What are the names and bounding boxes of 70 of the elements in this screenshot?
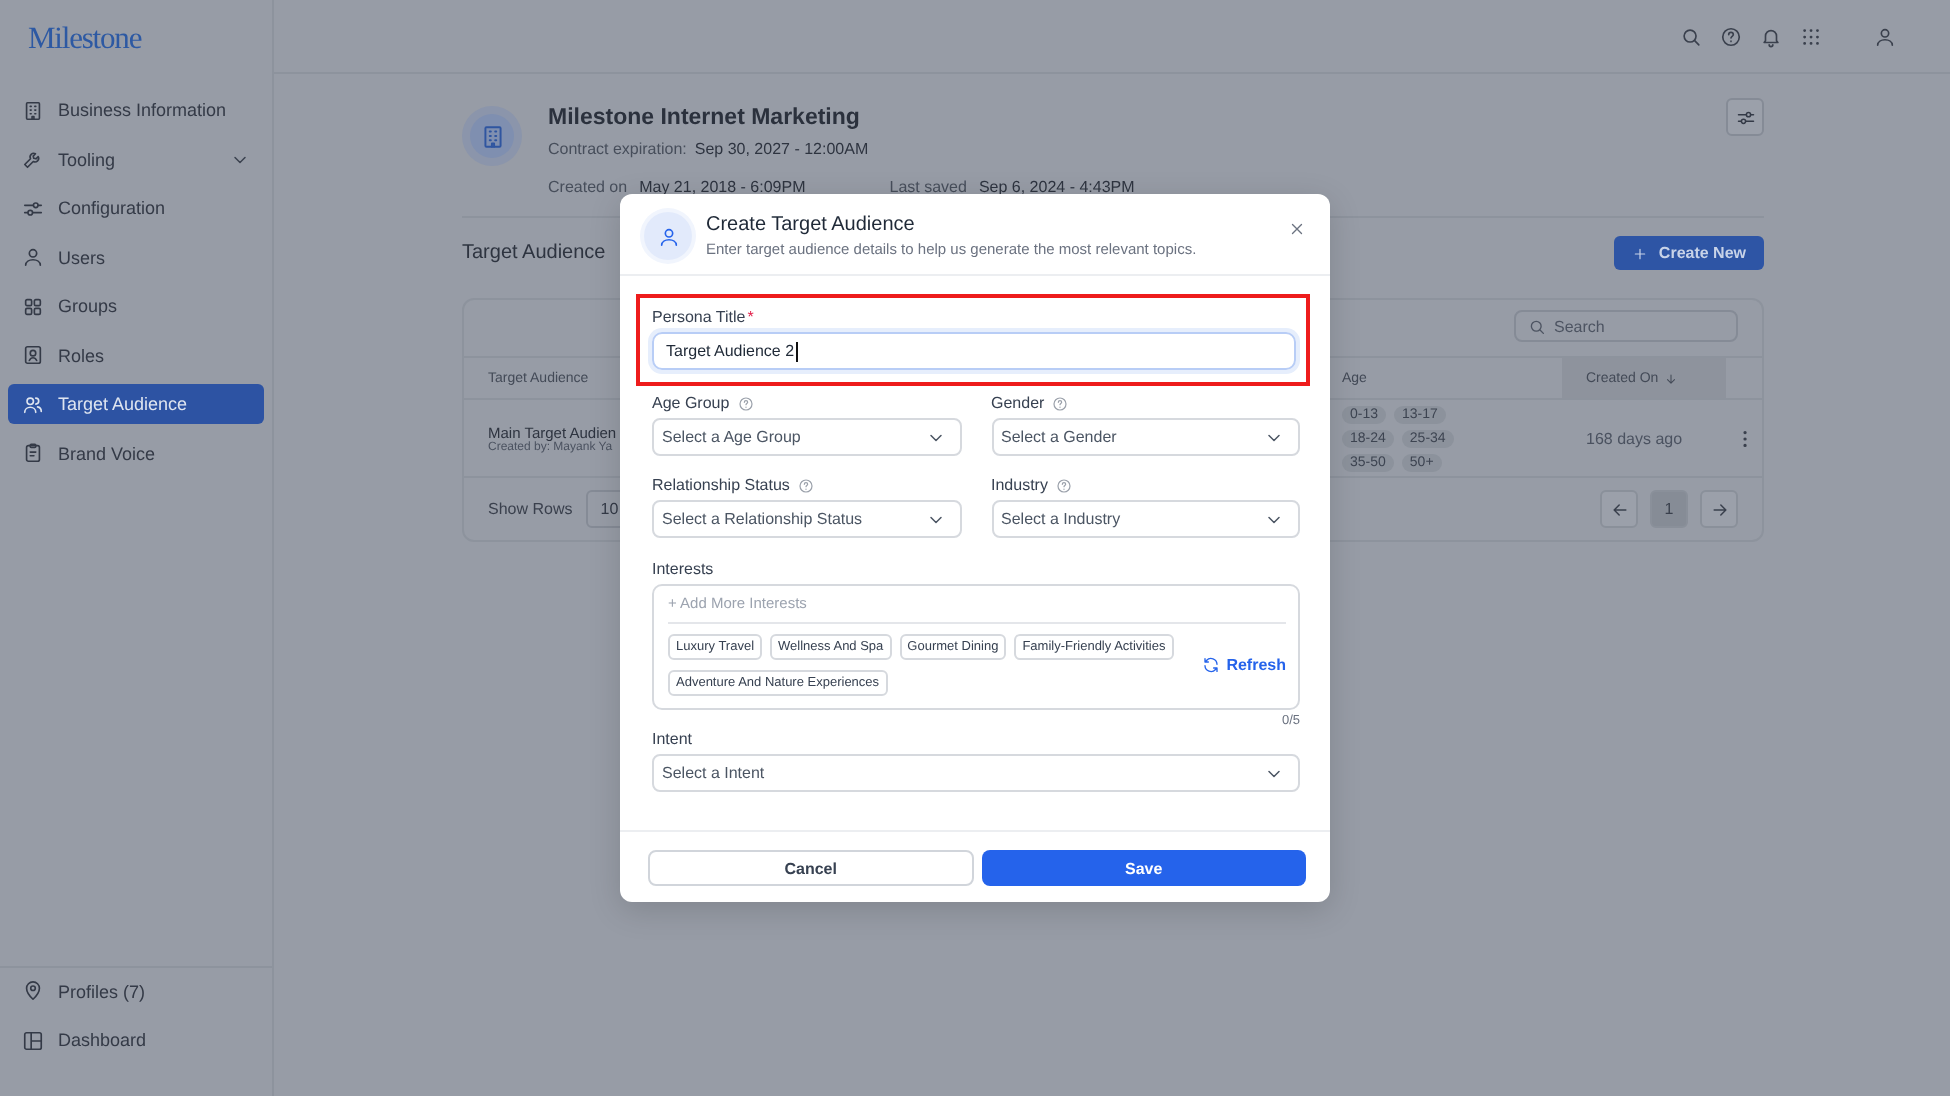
layout-icon: [22, 1029, 44, 1051]
sliders-icon: [1735, 107, 1755, 127]
apps-grid-icon[interactable]: [1800, 25, 1822, 47]
created-label: Created on: [548, 178, 628, 196]
building-icon: [479, 123, 505, 149]
field-label: Gender: [991, 394, 1045, 412]
select-field[interactable]: Select a Intent: [652, 754, 1300, 792]
search-icon[interactable]: [1680, 25, 1702, 47]
logo[interactable]: Milestone: [28, 22, 142, 58]
previous-page-button[interactable]: [1600, 490, 1638, 528]
contract-label: Contract expiration:: [548, 140, 687, 158]
sidebar-item[interactable]: Roles: [8, 335, 264, 375]
saved-date: Sep 6, 2024 - 4:43PM: [978, 178, 1135, 196]
required-mark: *: [747, 308, 754, 326]
help-icon[interactable]: [1720, 25, 1742, 47]
field-label: Intent: [652, 730, 693, 748]
sidebar-item[interactable]: Tooling: [8, 139, 264, 179]
select-field[interactable]: Select a Relationship Status: [652, 500, 961, 538]
sort-down-icon: [1664, 371, 1679, 385]
saved-label: Last saved: [889, 178, 967, 196]
next-page-button[interactable]: [1700, 490, 1738, 528]
select-field[interactable]: Select a Industry: [991, 500, 1300, 538]
select-field[interactable]: Select a Age Group: [652, 418, 961, 456]
dialog-title: Create Target Audience: [706, 214, 917, 236]
field-label: Age Group: [652, 394, 730, 412]
clipboard-icon: [22, 442, 44, 464]
search-field[interactable]: Search: [1514, 310, 1738, 342]
arrow-left-icon: [1609, 499, 1629, 519]
id-card-icon: [22, 344, 44, 366]
section-title: Target Audience: [462, 242, 606, 264]
building-icon: [22, 99, 44, 121]
sidebar-item[interactable]: Brand Voice: [8, 433, 264, 473]
notification-bell-icon[interactable]: [1760, 25, 1782, 47]
user-icon: [657, 225, 679, 247]
plus-icon: [1632, 245, 1649, 261]
sidebar-item[interactable]: Business Information: [8, 90, 264, 130]
create-new-button[interactable]: Create New: [1614, 236, 1764, 270]
field-label: Interests: [652, 560, 714, 578]
sidebar-item[interactable]: Profiles (7): [8, 971, 264, 1011]
refresh-button[interactable]: Refresh: [1202, 656, 1286, 674]
sidebar-item[interactable]: Target Audience: [8, 384, 264, 424]
field-label: Persona Title: [652, 308, 746, 326]
field-label: Industry: [991, 476, 1048, 494]
user-profile-icon[interactable]: [1874, 25, 1896, 47]
sidebar-item[interactable]: Dashboard: [8, 1020, 264, 1060]
sliders-icon: [22, 197, 44, 219]
refresh-icon: [1202, 656, 1221, 674]
search-icon: [1528, 317, 1546, 335]
company-name: Milestone Internet Marketing: [548, 104, 862, 132]
cancel-button[interactable]: Cancel: [648, 850, 974, 886]
persona-title-input[interactable]: Target Audience 2: [652, 332, 1296, 370]
select-field[interactable]: Select a Gender: [991, 418, 1300, 456]
settings-button[interactable]: [1726, 98, 1764, 136]
sidebar-item[interactable]: Configuration: [8, 188, 264, 228]
sidebar-item[interactable]: Users: [8, 237, 264, 277]
page-button[interactable]: 1: [1650, 490, 1688, 528]
save-button[interactable]: Save: [981, 850, 1306, 886]
arrow-right-icon: [1709, 499, 1729, 519]
grid-icon: [22, 295, 44, 317]
show-rows-label: Show Rows: [488, 500, 573, 518]
location-pin-icon: [22, 980, 44, 1002]
user-icon: [22, 246, 44, 268]
sidebar-item[interactable]: Groups: [8, 286, 264, 326]
contract-date: Sep 30, 2027 - 12:00AM: [694, 140, 869, 158]
close-icon[interactable]: [1288, 220, 1306, 238]
users-icon: [22, 393, 44, 415]
wrench-icon: [22, 148, 44, 170]
table-cell-text: 168 days ago: [1584, 427, 1685, 452]
field-label: Relationship Status: [652, 476, 790, 494]
created-date: May 21, 2018 - 6:09PM: [639, 178, 806, 196]
